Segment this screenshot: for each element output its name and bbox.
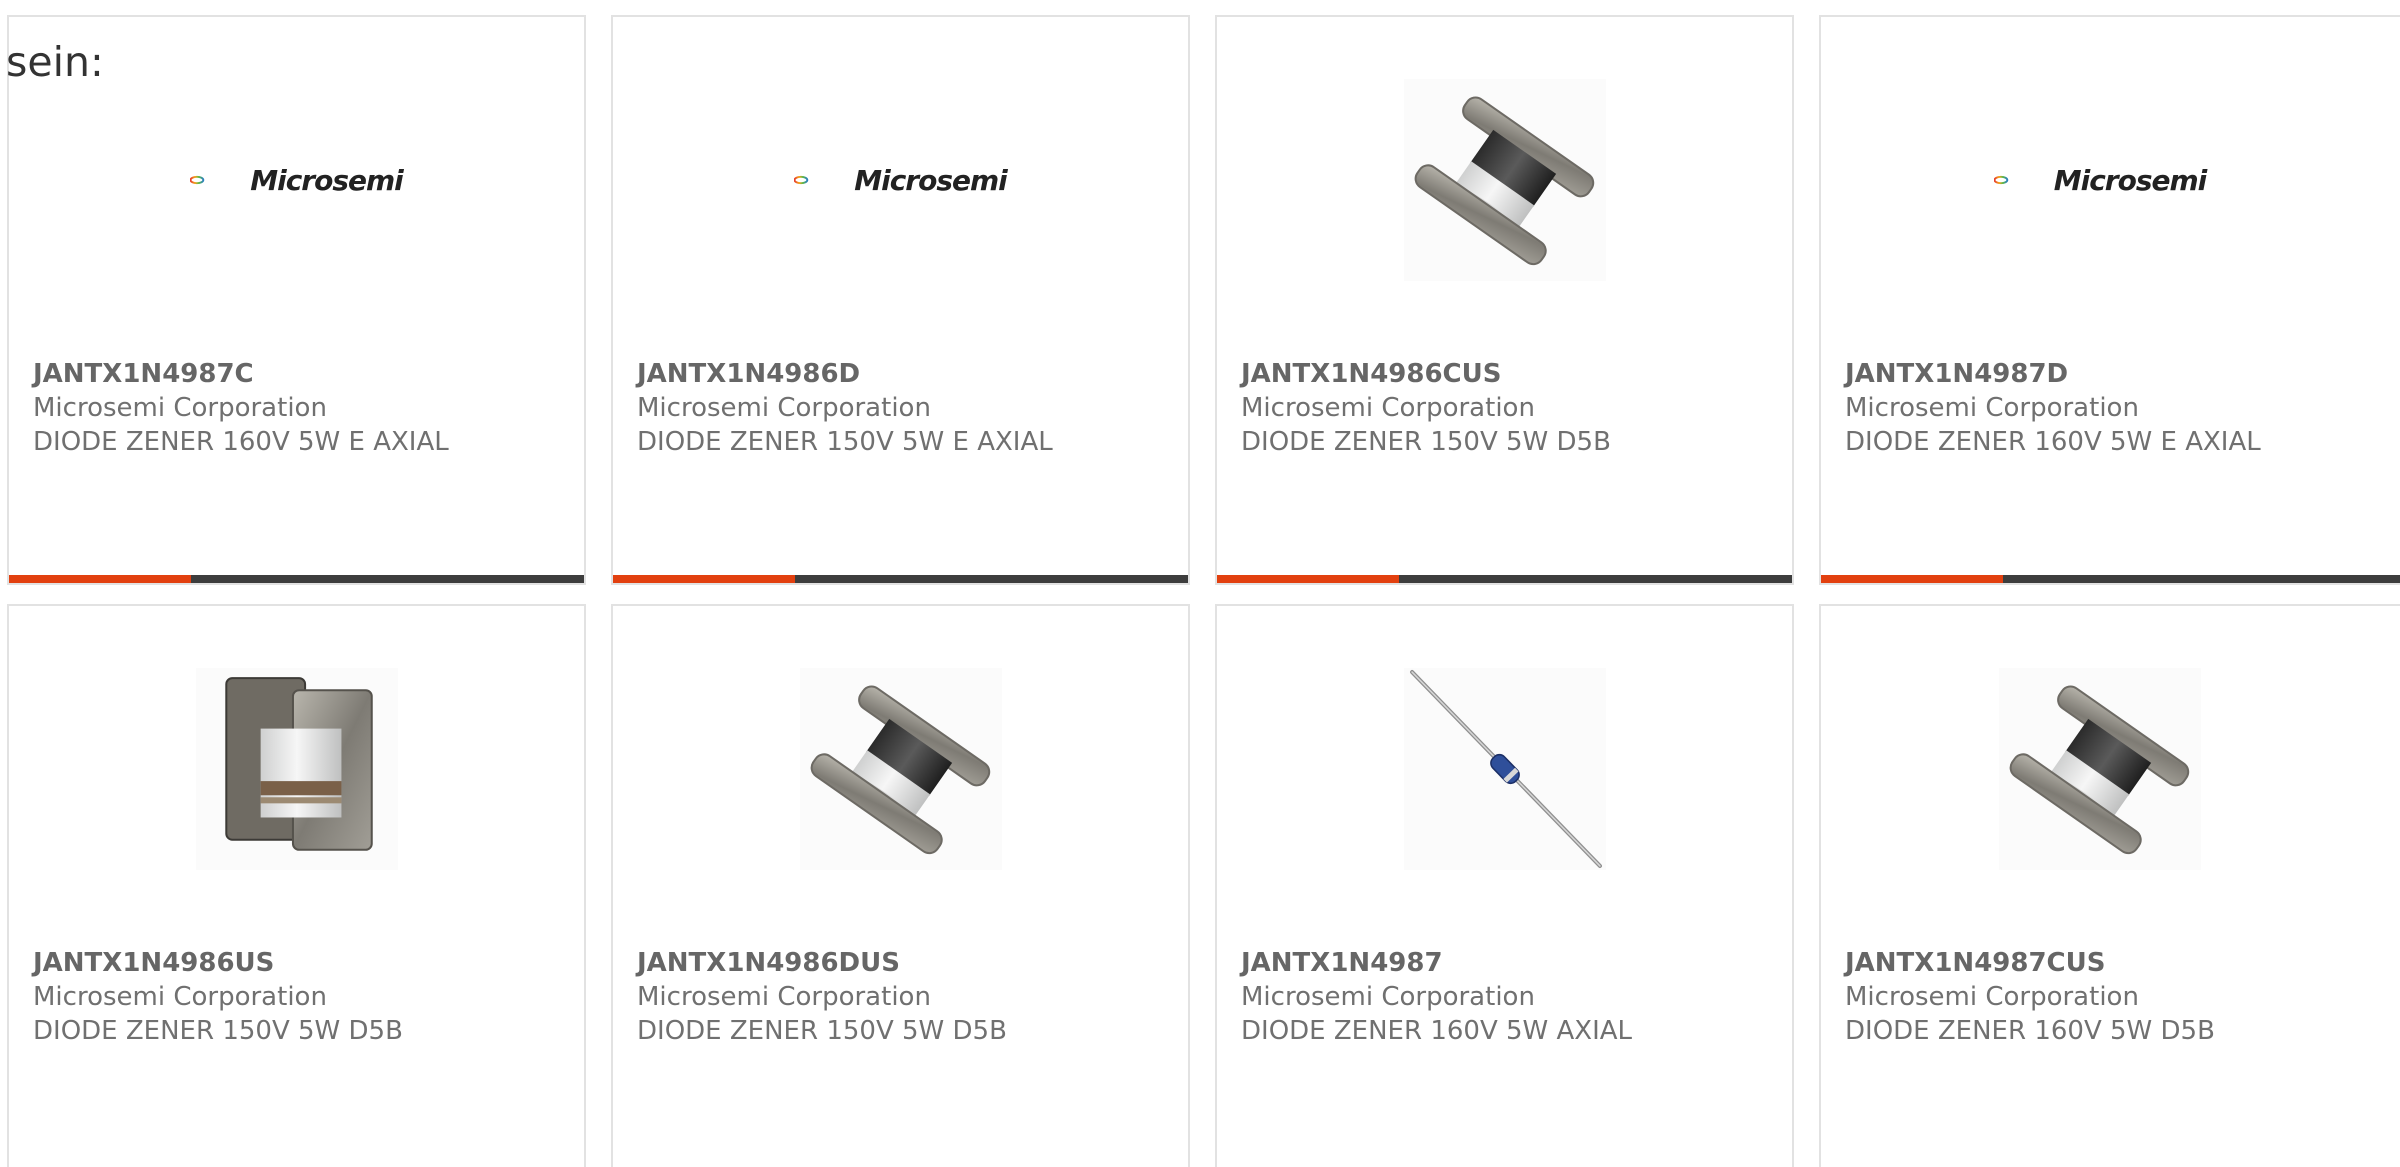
d5b-diode-photo xyxy=(1999,668,2201,870)
description: DIODE ZENER 150V 5W D5B xyxy=(1241,427,1611,457)
manufacturer: Microsemi Corporation xyxy=(637,982,931,1012)
manufacturer: Microsemi Corporation xyxy=(1845,393,2139,423)
product-card[interactable]: JANTX1N4987 Microsemi Corporation DIODE … xyxy=(1215,604,1794,1167)
card-accent-bar xyxy=(613,575,795,583)
description: DIODE ZENER 150V 5W E AXIAL xyxy=(637,427,1053,457)
part-number[interactable]: JANTX1N4987CUS xyxy=(1845,946,2397,980)
card-bottom-bar xyxy=(9,575,584,583)
description: DIODE ZENER 160V 5W AXIAL xyxy=(1241,1016,1633,1046)
part-number[interactable]: JANTX1N4987D xyxy=(1845,357,2397,391)
manufacturer: Microsemi Corporation xyxy=(1241,982,1535,1012)
product-card[interactable]: JANTX1N4986CUS Microsemi Corporation DIO… xyxy=(1215,15,1794,585)
microsemi-swoosh-icon xyxy=(794,160,850,200)
manufacturer: Microsemi Corporation xyxy=(33,982,327,1012)
description: DIODE ZENER 160V 5W E AXIAL xyxy=(1845,427,2261,457)
product-image: Microsemi xyxy=(1999,79,2207,281)
part-number[interactable]: JANTX1N4986CUS xyxy=(1241,357,1782,391)
product-info: JANTX1N4987D Microsemi Corporation DIODE… xyxy=(1845,357,2397,459)
microsemi-swoosh-icon xyxy=(1994,160,2050,200)
card-bottom-bar xyxy=(613,575,1188,583)
product-image xyxy=(800,668,1002,870)
product-image xyxy=(1404,668,1606,870)
product-image xyxy=(1404,79,1606,281)
product-info: JANTX1N4986CUS Microsemi Corporation DIO… xyxy=(1241,357,1782,459)
card-bottom-bar xyxy=(1821,575,2400,583)
manufacturer: Microsemi Corporation xyxy=(637,393,931,423)
d5b-diode-photo xyxy=(800,668,1002,870)
product-card[interactable]: Microsemi JANTX1N4986D Microsemi Corpora… xyxy=(611,15,1190,585)
microsemi-logo: Microsemi xyxy=(190,160,404,200)
microsemi-logo: Microsemi xyxy=(794,160,1008,200)
product-info: JANTX1N4987CUS Microsemi Corporation DIO… xyxy=(1845,946,2397,1048)
section-heading: sein: xyxy=(6,38,104,86)
product-image xyxy=(1999,668,2201,870)
product-info: JANTX1N4987 Microsemi Corporation DIODE … xyxy=(1241,946,1782,1048)
product-card[interactable]: JANTX1N4987CUS Microsemi Corporation DIO… xyxy=(1819,604,2400,1167)
card-accent-bar xyxy=(9,575,191,583)
part-number[interactable]: JANTX1N4987C xyxy=(33,357,574,391)
d5b-diode-photo xyxy=(1404,79,1606,281)
logo-text: Microsemi xyxy=(2053,163,2208,197)
card-accent-bar xyxy=(1821,575,2003,583)
part-number[interactable]: JANTX1N4986D xyxy=(637,357,1178,391)
axial-diode-photo xyxy=(1404,668,1606,870)
part-number[interactable]: JANTX1N4986US xyxy=(33,946,574,980)
product-card[interactable]: JANTX1N4986DUS Microsemi Corporation DIO… xyxy=(611,604,1190,1167)
product-card[interactable]: Microsemi JANTX1N4987C Microsemi Corpora… xyxy=(7,15,586,585)
card-bottom-bar xyxy=(1217,575,1792,583)
microsemi-swoosh-icon xyxy=(190,160,246,200)
product-info: JANTX1N4986D Microsemi Corporation DIODE… xyxy=(637,357,1178,459)
logo-text: Microsemi xyxy=(854,163,1008,197)
product-card[interactable]: Microsemi JANTX1N4987D Microsemi Corpora… xyxy=(1819,15,2400,585)
product-info: JANTX1N4986DUS Microsemi Corporation DIO… xyxy=(637,946,1178,1048)
description: DIODE ZENER 150V 5W D5B xyxy=(637,1016,1007,1046)
description: DIODE ZENER 150V 5W D5B xyxy=(33,1016,403,1046)
product-info: JANTX1N4987C Microsemi Corporation DIODE… xyxy=(33,357,574,459)
part-number[interactable]: JANTX1N4986DUS xyxy=(637,946,1178,980)
manufacturer: Microsemi Corporation xyxy=(1241,393,1535,423)
logo-text: Microsemi xyxy=(250,163,404,197)
part-number[interactable]: JANTX1N4987 xyxy=(1241,946,1782,980)
product-grid-page: sein: Microsemi JANTX1N4987C Microsemi C… xyxy=(0,0,2400,1167)
product-image: Microsemi xyxy=(800,79,1008,281)
description: DIODE ZENER 160V 5W E AXIAL xyxy=(33,427,449,457)
description: DIODE ZENER 160V 5W D5B xyxy=(1845,1016,2215,1046)
manufacturer: Microsemi Corporation xyxy=(1845,982,2139,1012)
product-info: JANTX1N4986US Microsemi Corporation DIOD… xyxy=(33,946,574,1048)
product-image xyxy=(196,668,398,870)
card-accent-bar xyxy=(1217,575,1399,583)
manufacturer: Microsemi Corporation xyxy=(33,393,327,423)
product-card[interactable]: JANTX1N4986US Microsemi Corporation DIOD… xyxy=(7,604,586,1167)
microsemi-logo: Microsemi xyxy=(1994,160,2207,200)
square-melf-diode-photo xyxy=(196,668,398,870)
product-image: Microsemi xyxy=(196,79,404,281)
